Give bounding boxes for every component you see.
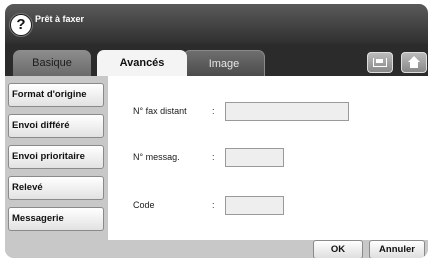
home-base [410, 62, 418, 68]
content-area: N° fax distant : N° messag. : Code : [108, 76, 428, 240]
code-field[interactable] [225, 196, 284, 215]
tray-icon[interactable] [367, 52, 393, 73]
page-title: Prêt à faxer [35, 14, 85, 24]
title-bar: ? Prêt à faxer [5, 4, 428, 44]
tab-basique[interactable]: Basique [13, 50, 91, 76]
fax-distant-field[interactable] [225, 102, 349, 121]
code-colon: : [212, 200, 215, 210]
messag-label: N° messag. [133, 152, 180, 162]
tray-glyph [373, 58, 387, 67]
tab-image[interactable]: Image [183, 50, 265, 77]
sidebar-item-envoi-prioritaire[interactable]: Envoi prioritaire [8, 145, 104, 169]
footer-bar: OK Annuler [108, 240, 428, 258]
ok-button[interactable]: OK [313, 240, 363, 258]
fax-distant-label: N° fax distant [133, 106, 187, 116]
sidebar-item-releve[interactable]: Relevé [8, 176, 104, 200]
tab-avances[interactable]: Avancés [97, 50, 187, 76]
sidebar: Format d'origine Envoi différé Envoi pri… [5, 76, 108, 258]
code-label: Code [133, 200, 155, 210]
help-icon[interactable]: ? [10, 14, 32, 36]
home-icon[interactable] [401, 52, 427, 73]
tab-bar: Basique Image Avancés [5, 44, 428, 77]
sidebar-item-envoi-differe[interactable]: Envoi différé [8, 114, 104, 138]
fax-distant-colon: : [212, 106, 215, 116]
messag-colon: : [212, 152, 215, 162]
fax-panel: ? Prêt à faxer Basique Image Avancés For… [5, 4, 428, 258]
messag-field[interactable] [225, 148, 284, 167]
cancel-button[interactable]: Annuler [369, 240, 425, 258]
sidebar-item-messagerie[interactable]: Messagerie [8, 207, 104, 231]
sidebar-item-format-origine[interactable]: Format d'origine [8, 83, 104, 107]
